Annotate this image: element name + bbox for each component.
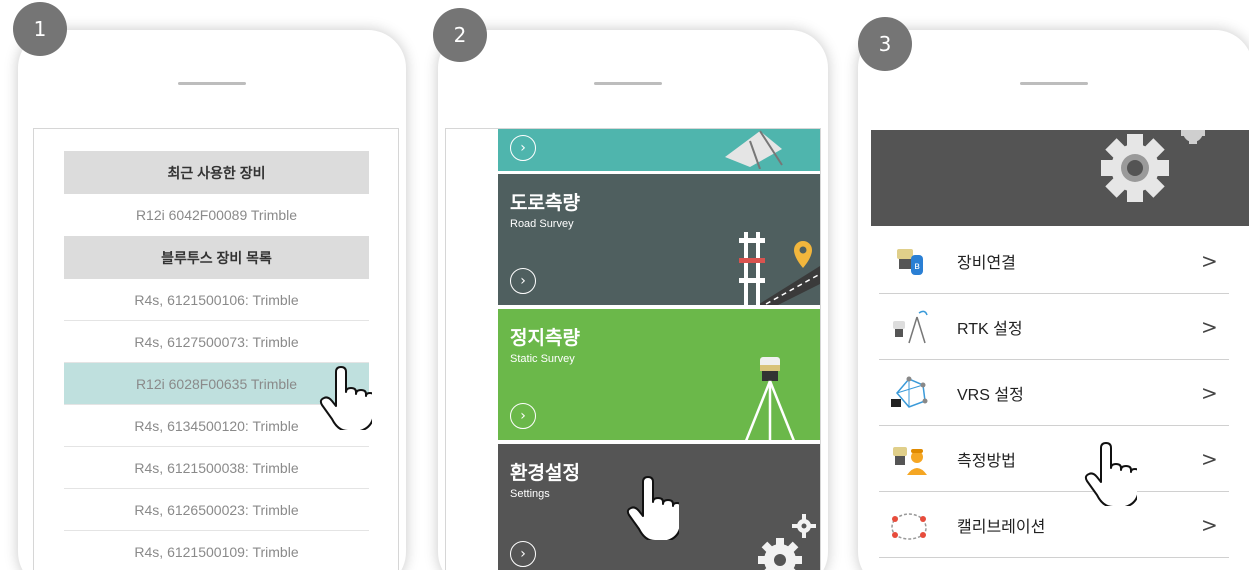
menu-row-rtk-settings[interactable]: RTK 설정 > <box>879 294 1229 360</box>
tile-subtitle: Road Survey <box>510 218 574 230</box>
tile-title: 정지측량 <box>510 328 580 349</box>
device-list-item[interactable]: R4s, 6121500038: Trimble <box>64 447 369 489</box>
phone-speaker <box>594 82 662 85</box>
tile-subtitle: Static Survey <box>510 353 575 365</box>
menu-row-label: RTK 설정 <box>957 320 1023 338</box>
vrs-network-icon <box>889 373 929 413</box>
chevron-right-icon: > <box>1201 380 1218 405</box>
recent-device-item[interactable]: R12i 6042F00089 Trimble <box>64 194 369 236</box>
settings-header <box>871 130 1249 226</box>
device-list-item[interactable]: R4s, 6126500023: Trimble <box>64 489 369 531</box>
gear-icon <box>758 514 816 570</box>
menu-row-label: VRS 설정 <box>957 386 1024 404</box>
pointing-hand-icon <box>626 476 679 540</box>
rtk-antenna-icon <box>889 307 929 347</box>
road-icon <box>739 232 820 305</box>
device-list-item[interactable]: R4s, 6127500073: Trimble <box>64 321 369 363</box>
chevron-right-icon: > <box>1201 314 1218 339</box>
menu-row-label: 측정방법 <box>957 452 1016 470</box>
arrow-right-icon: › <box>510 268 536 294</box>
survey-illustration-icon <box>725 130 783 169</box>
recent-devices-header: 최근 사용한 장비 <box>64 151 369 194</box>
phone-speaker <box>1020 82 1088 85</box>
menu-row-label: 장비연결 <box>957 254 1016 272</box>
menu-row-measurement-method[interactable]: 측정방법 > <box>879 426 1229 492</box>
pointing-hand-icon <box>319 366 372 430</box>
calibration-icon <box>889 505 929 545</box>
step-badge-1: 1 <box>13 2 67 56</box>
tile-title: 환경설정 <box>510 463 580 484</box>
tripod-receiver-icon <box>745 357 795 440</box>
svg-text:ʙ: ʙ <box>914 261 920 272</box>
chevron-right-icon: > <box>1201 248 1218 273</box>
menu-tile-static-survey[interactable]: 정지측량 Static Survey › <box>498 309 820 440</box>
device-list-screen: 최근 사용한 장비 R12i 6042F00089 Trimble 블루투스 장… <box>33 128 399 570</box>
device-list-item[interactable]: R4s, 6121500109: Trimble <box>64 531 369 570</box>
bluetooth-devices-header: 블루투스 장비 목록 <box>64 236 369 279</box>
arrow-right-icon: › <box>510 135 536 161</box>
arrow-right-icon: › <box>510 541 536 567</box>
gear-icon <box>1101 130 1205 202</box>
pointing-hand-icon <box>1084 442 1137 506</box>
phone-speaker <box>178 82 246 85</box>
chevron-right-icon: > <box>1201 446 1218 471</box>
settings-screen: ʙ 장비연결 > RTK 설정 > VRS 설정 > 측정방법 > 캘리브레이션… <box>871 130 1249 570</box>
tile-subtitle: Settings <box>510 488 550 500</box>
chevron-right-icon: > <box>1201 512 1218 537</box>
surveyor-icon <box>889 439 929 479</box>
menu-row-vrs-settings[interactable]: VRS 설정 > <box>879 360 1229 426</box>
tutorial-stage: 1 2 3 최근 사용한 장비 R12i 6042F00089 Trimble … <box>0 0 1249 570</box>
menu-row-label: 캘리브레이션 <box>957 518 1046 536</box>
receiver-bluetooth-icon: ʙ <box>889 241 929 281</box>
step-badge-3: 3 <box>858 17 912 71</box>
menu-row-calibration[interactable]: 캘리브레이션 > <box>879 492 1229 558</box>
arrow-right-icon: › <box>510 403 536 429</box>
device-list: 최근 사용한 장비 R12i 6042F00089 Trimble 블루투스 장… <box>64 151 369 570</box>
device-list-item[interactable]: R4s, 6121500106: Trimble <box>64 279 369 321</box>
menu-row-device-connection[interactable]: ʙ 장비연결 > <box>879 228 1229 294</box>
menu-tile-top[interactable]: › <box>498 129 820 171</box>
menu-tile-road-survey[interactable]: 도로측량 Road Survey › <box>498 174 820 305</box>
step-badge-2: 2 <box>433 8 487 62</box>
tile-title: 도로측량 <box>510 193 580 214</box>
